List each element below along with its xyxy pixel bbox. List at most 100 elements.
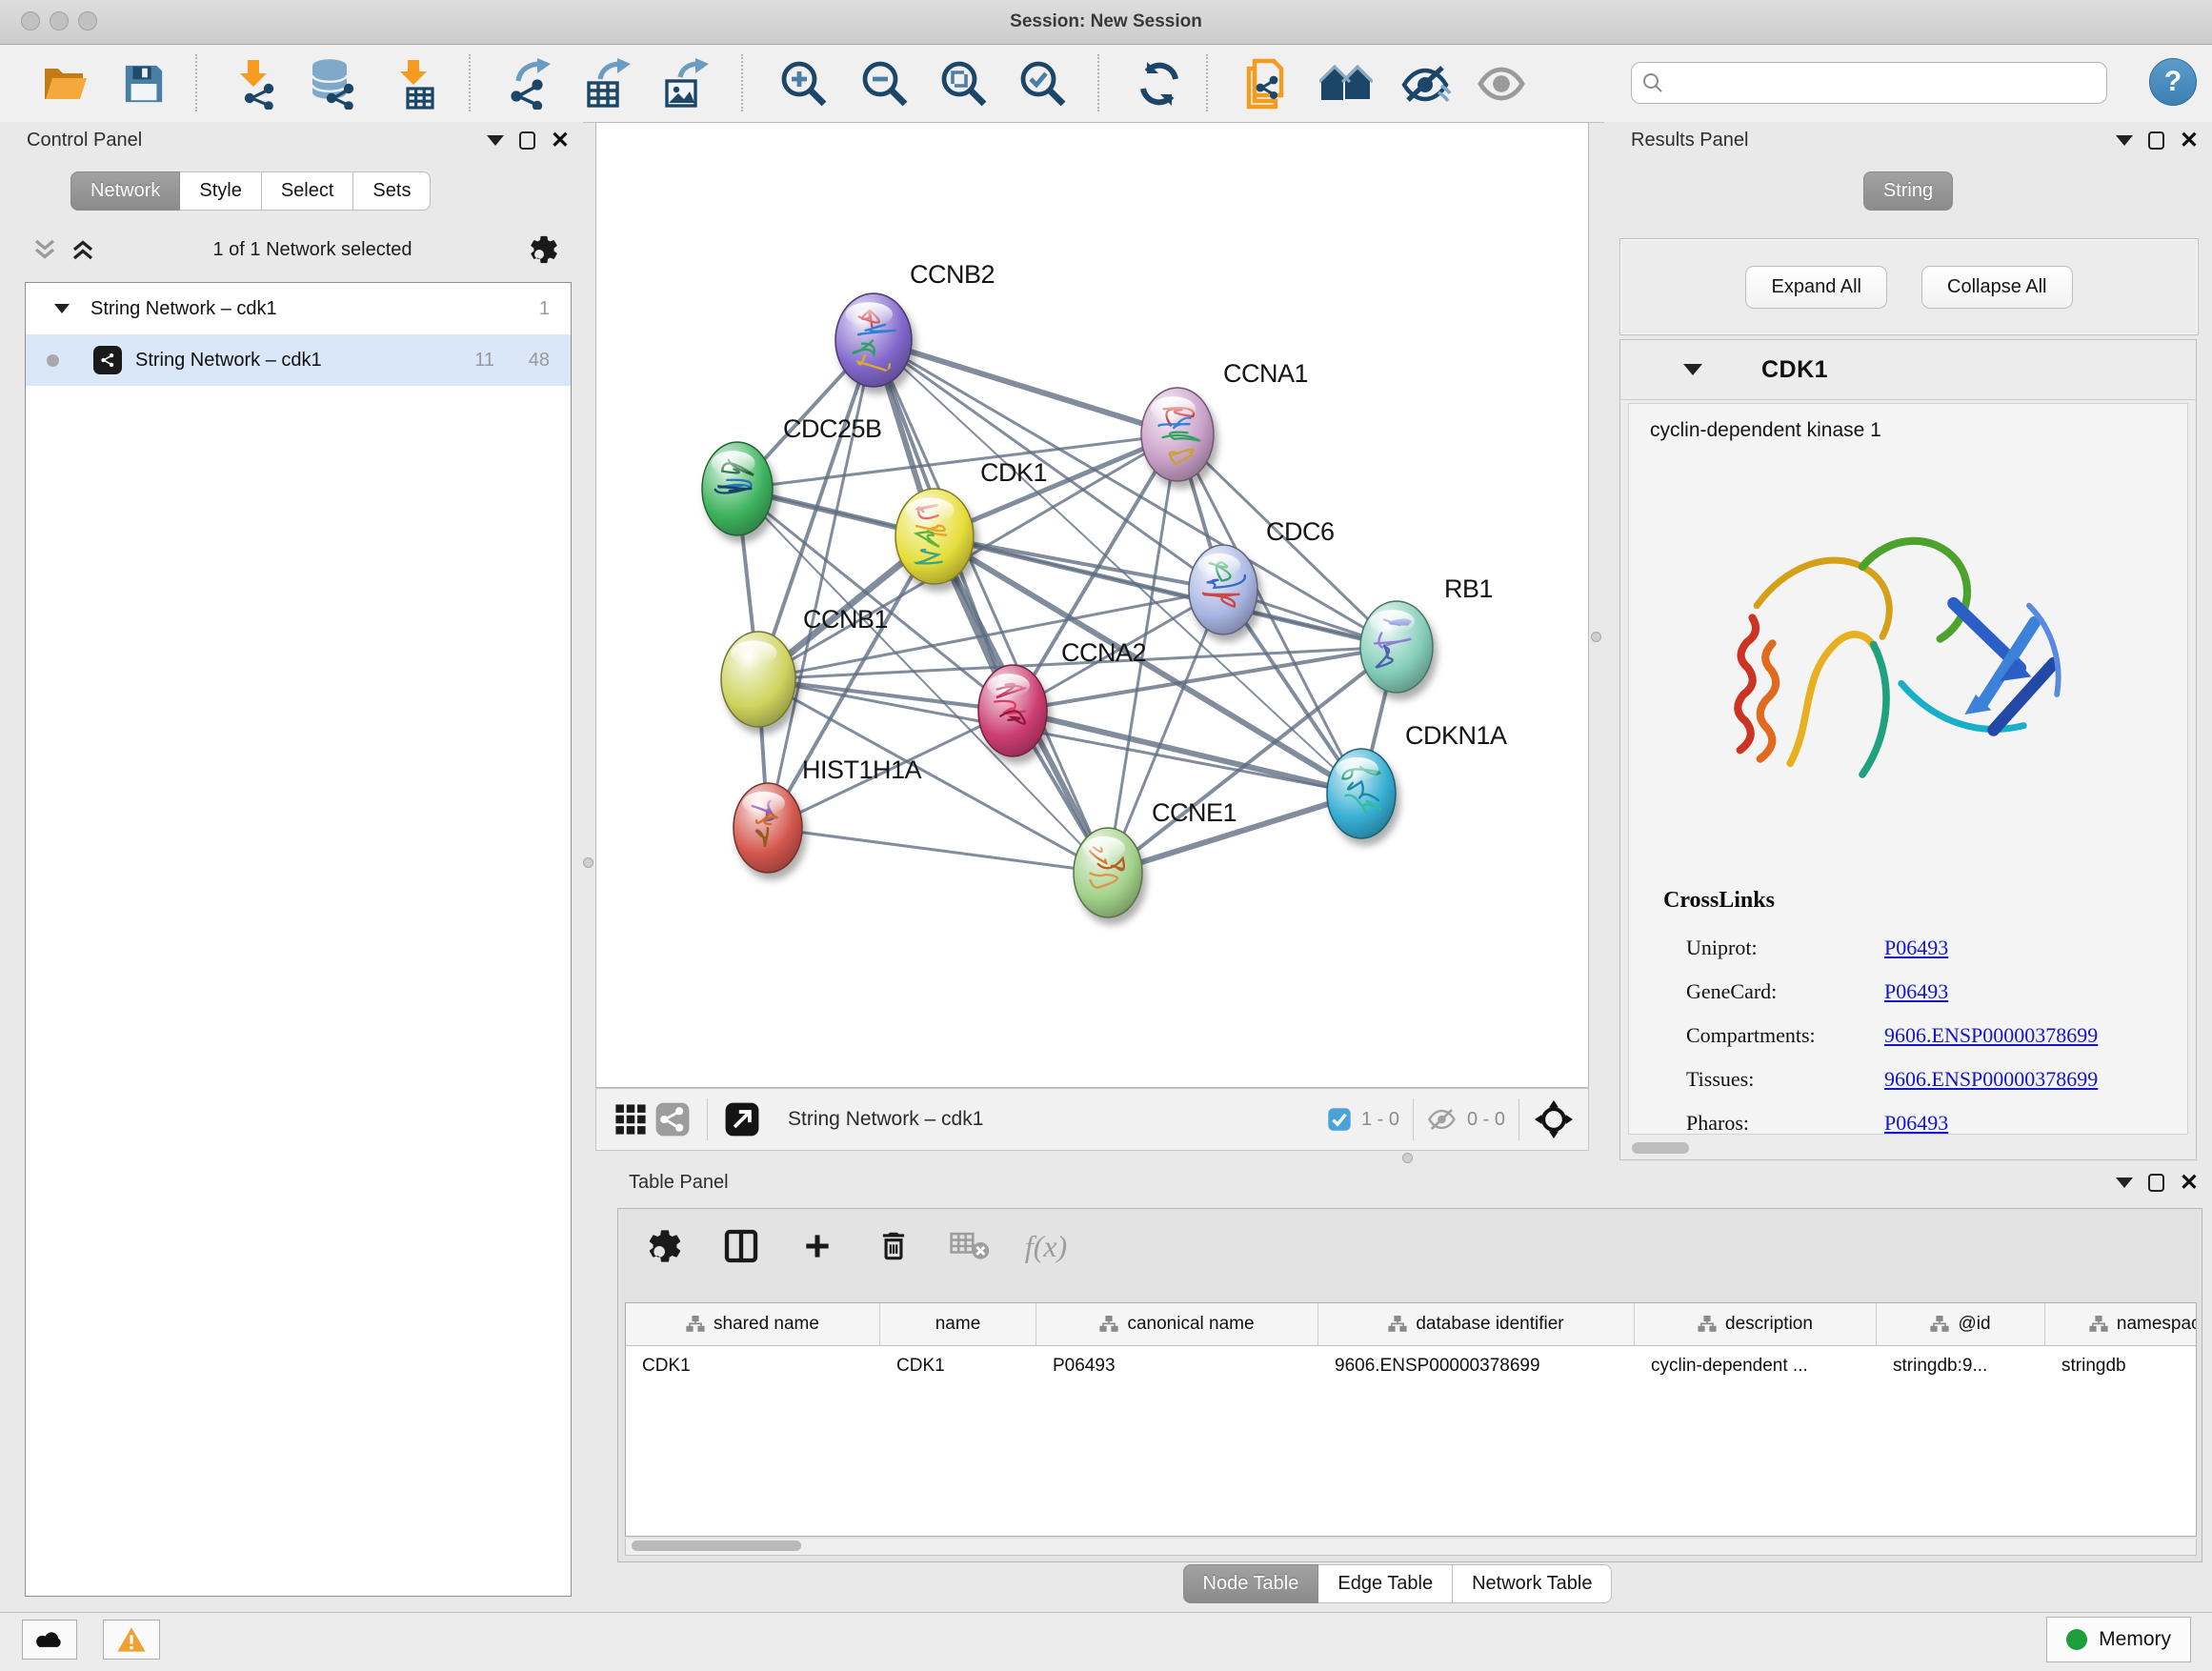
column-header[interactable]: name (880, 1303, 1036, 1345)
network-edge[interactable] (1013, 711, 1361, 794)
right-splitter-handle[interactable] (1591, 632, 1601, 642)
float-panel-icon[interactable] (2148, 131, 2164, 150)
function-builder-icon[interactable]: f(x) (1022, 1222, 1070, 1270)
collapse-panel-icon[interactable] (487, 135, 504, 146)
expand-all-icon[interactable] (69, 235, 97, 264)
export-image-button[interactable] (659, 56, 714, 111)
first-neighbors-button[interactable] (1318, 56, 1374, 111)
table-cell[interactable]: stringdb (2045, 1346, 2197, 1386)
close-panel-icon[interactable]: ✕ (551, 131, 570, 150)
table-horizontal-scrollbar[interactable] (625, 1539, 2197, 1556)
gear-icon[interactable] (528, 233, 560, 266)
save-session-button[interactable] (116, 56, 171, 111)
tree-expand-icon[interactable] (54, 304, 70, 313)
add-column-icon[interactable] (794, 1222, 841, 1270)
float-panel-icon[interactable] (519, 131, 535, 150)
network-node[interactable] (1327, 749, 1396, 838)
memory-button[interactable]: Memory (2046, 1617, 2191, 1662)
collapse-panel-icon[interactable] (2116, 1178, 2133, 1188)
selected-checkbox-icon[interactable] (1327, 1107, 1352, 1132)
tab-style[interactable]: Style (180, 171, 261, 211)
crosslink-link[interactable]: P06493 (1884, 979, 1948, 1004)
tab-string[interactable]: String (1863, 171, 1953, 211)
hide-selected-button[interactable] (1398, 56, 1454, 111)
table-cell[interactable]: CDK1 (880, 1346, 1036, 1386)
cloud-button[interactable] (22, 1620, 77, 1660)
close-panel-icon[interactable]: ✕ (2180, 1174, 2199, 1192)
collapse-panel-icon[interactable] (2116, 135, 2133, 146)
zoom-in-button[interactable] (776, 56, 832, 111)
import-network-from-database-button[interactable] (307, 56, 362, 111)
float-panel-icon[interactable] (2148, 1174, 2164, 1192)
detach-view-icon[interactable] (721, 1098, 763, 1140)
collapse-all-button[interactable]: Collapse All (1921, 266, 2073, 309)
show-columns-icon[interactable] (717, 1222, 765, 1270)
tab-network-table[interactable]: Network Table (1453, 1564, 1612, 1603)
export-table-button[interactable] (581, 56, 636, 111)
table-row[interactable]: CDK1CDK1P064939606.ENSP00000378699cyclin… (626, 1346, 2196, 1386)
export-network-button[interactable] (503, 56, 558, 111)
network-node[interactable] (1141, 388, 1214, 481)
birds-eye-icon[interactable] (1533, 1098, 1575, 1140)
crosslink-link[interactable]: P06493 (1884, 1111, 1948, 1135)
network-row-selected[interactable]: String Network – cdk1 11 48 (26, 334, 571, 386)
network-node[interactable] (1360, 601, 1433, 693)
entry-header[interactable]: CDK1 (1620, 340, 2196, 400)
network-edge[interactable] (1108, 590, 1223, 873)
left-splitter-handle[interactable] (583, 857, 593, 868)
column-header[interactable]: namespace (2045, 1303, 2197, 1345)
close-panel-icon[interactable]: ✕ (2180, 131, 2199, 150)
column-header[interactable]: database identifier (1318, 1303, 1635, 1345)
help-button[interactable]: ? (2149, 58, 2197, 106)
open-session-button[interactable] (38, 56, 93, 111)
tab-sets[interactable]: Sets (353, 171, 431, 211)
crosslink-link[interactable]: 9606.ENSP00000378699 (1884, 1067, 2098, 1092)
results-scrollbar[interactable] (1628, 1140, 2188, 1156)
network-node[interactable] (1074, 828, 1142, 917)
table-cell[interactable]: 9606.ENSP00000378699 (1318, 1346, 1635, 1386)
collapse-all-icon[interactable] (30, 235, 59, 264)
delete-table-icon[interactable] (946, 1222, 994, 1270)
horizontal-splitter-handle[interactable] (1402, 1153, 1413, 1163)
network-canvas[interactable]: CCNB2 CCNA1 CDC25B CDK1 CDC6 (595, 122, 1589, 1088)
table-cell[interactable]: stringdb:9... (1877, 1346, 2045, 1386)
zoom-out-button[interactable] (857, 56, 913, 111)
tab-node-table[interactable]: Node Table (1183, 1564, 1319, 1603)
zoom-selected-button[interactable] (1016, 56, 1071, 111)
tab-network[interactable]: Network (70, 171, 180, 211)
crosslink-link[interactable]: 9606.ENSP00000378699 (1884, 1023, 2098, 1048)
network-node[interactable] (721, 632, 795, 727)
grid-view-icon[interactable] (610, 1098, 652, 1140)
import-table-button[interactable] (389, 56, 444, 111)
table-cell[interactable]: P06493 (1036, 1346, 1318, 1386)
hidden-eye-icon[interactable] (1427, 1107, 1458, 1132)
column-header[interactable]: description (1635, 1303, 1877, 1345)
network-graph[interactable]: CCNB2 CCNA1 CDC25B CDK1 CDC6 (596, 123, 1588, 1087)
zoom-fit-button[interactable] (936, 56, 992, 111)
network-view-icon[interactable] (652, 1098, 694, 1140)
expand-all-button[interactable]: Expand All (1745, 266, 1887, 309)
table-cell[interactable]: CDK1 (626, 1346, 880, 1386)
show-all-button[interactable] (1475, 56, 1530, 111)
network-node[interactable] (895, 489, 974, 584)
crosslink-link[interactable]: P06493 (1884, 936, 1948, 960)
network-node[interactable] (702, 442, 773, 535)
network-node[interactable] (1189, 545, 1257, 634)
table-cell[interactable]: cyclin-dependent ... (1635, 1346, 1877, 1386)
network-node[interactable] (835, 293, 912, 387)
column-header[interactable]: canonical name (1036, 1303, 1318, 1345)
table-settings-gear-icon[interactable] (641, 1222, 689, 1270)
warnings-button[interactable] (103, 1620, 160, 1660)
tab-select[interactable]: Select (262, 171, 354, 211)
network-node[interactable] (978, 665, 1047, 756)
search-input[interactable] (1672, 71, 2097, 94)
column-header[interactable]: @id (1877, 1303, 2045, 1345)
clone-network-button[interactable] (1238, 56, 1294, 111)
apply-layout-button[interactable] (1132, 56, 1187, 111)
column-header[interactable]: shared name (626, 1303, 880, 1345)
network-collection-row[interactable]: String Network – cdk1 1 (26, 283, 571, 334)
entry-collapse-icon[interactable] (1683, 364, 1702, 375)
network-node[interactable] (734, 783, 802, 873)
network-edge[interactable] (874, 340, 1177, 434)
delete-column-trash-icon[interactable] (870, 1222, 917, 1270)
